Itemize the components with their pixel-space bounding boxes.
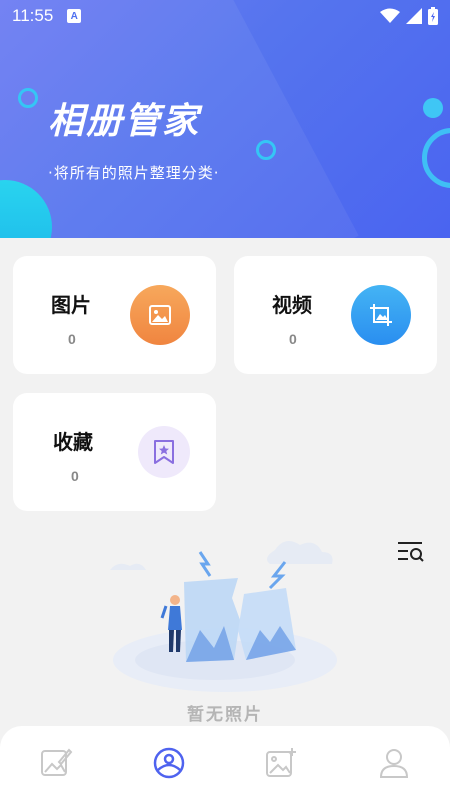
notification-a-icon: A xyxy=(67,9,82,23)
photos-card-label: 图片 xyxy=(51,293,91,317)
video-crop-icon xyxy=(351,285,411,345)
header-banner: 相册管家 ·将所有的照片整理分类· xyxy=(0,0,450,238)
nav-item-edit[interactable] xyxy=(31,738,81,788)
decoration-ring xyxy=(422,128,450,188)
favorites-card-count: 0 xyxy=(71,468,79,484)
sort-search-icon[interactable] xyxy=(396,538,426,566)
empty-state-illustration xyxy=(110,541,337,692)
signal-icon xyxy=(406,8,422,24)
status-time: 11:55 xyxy=(12,6,54,25)
album-icon xyxy=(153,747,184,779)
battery-icon xyxy=(428,7,438,25)
decoration-ring xyxy=(18,88,38,108)
favorites-card[interactable]: 收藏 0 xyxy=(13,393,216,511)
edit-image-icon xyxy=(41,748,73,776)
status-bar: 11:55 A xyxy=(0,0,450,32)
app-title: 相册管家 xyxy=(48,101,201,142)
nav-item-profile[interactable] xyxy=(369,738,419,788)
favorites-card-label: 收藏 xyxy=(53,430,93,454)
videos-card[interactable]: 视频 0 xyxy=(234,256,437,374)
photos-card-count: 0 xyxy=(68,331,76,347)
photo-icon xyxy=(130,285,190,345)
decoration-ring xyxy=(256,140,276,160)
app-subtitle: ·将所有的照片整理分类· xyxy=(48,164,220,182)
nav-item-album[interactable] xyxy=(144,738,194,788)
add-image-icon xyxy=(266,748,297,777)
decoration-dot xyxy=(423,98,443,118)
bottom-nav xyxy=(0,726,450,800)
profile-icon xyxy=(379,749,408,778)
videos-card-count: 0 xyxy=(289,331,297,347)
bookmark-star-icon xyxy=(138,426,190,478)
nav-item-add-image[interactable] xyxy=(256,738,306,788)
wifi-icon xyxy=(380,8,400,23)
videos-card-label: 视频 xyxy=(272,293,312,317)
photos-card[interactable]: 图片 0 xyxy=(13,256,216,374)
empty-state-text: 暂无照片 xyxy=(187,705,263,725)
